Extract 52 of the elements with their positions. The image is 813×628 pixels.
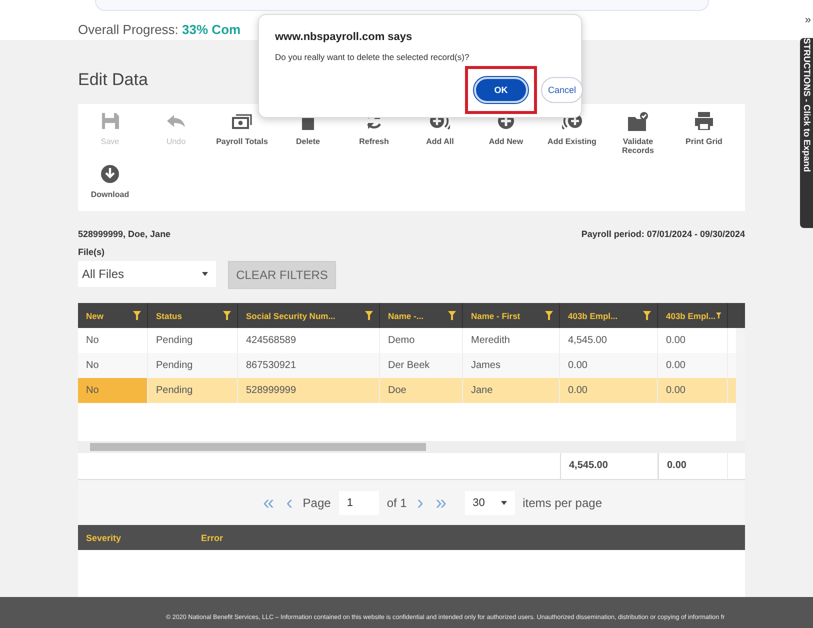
progress-value: 33% Com	[182, 22, 241, 37]
toolbar-button[interactable]: Download	[78, 163, 142, 207]
toolbar-button[interactable]: Payroll Totals	[210, 110, 274, 163]
download-icon	[101, 165, 119, 183]
instructions-tab[interactable]: STRUCTIONS - Click to Expand	[800, 38, 813, 228]
filter-icon[interactable]	[133, 311, 141, 320]
column-header[interactable]: Error	[201, 532, 224, 542]
employee-label: 528999999, Doe, Jane	[78, 229, 171, 239]
progress-label: Overall Progress:	[78, 22, 178, 37]
filter-icon[interactable]	[223, 311, 231, 320]
table-cell: Pending	[148, 378, 238, 403]
table-row[interactable]: No Pending 867530921 Der Beek James 0.00 0.00	[78, 353, 736, 378]
files-label: File(s)	[78, 247, 106, 257]
printer-icon	[695, 112, 713, 130]
page-label: Page	[302, 496, 331, 510]
folder-check-icon	[628, 112, 648, 130]
caret-icon	[202, 272, 208, 276]
filter-icon[interactable]	[643, 311, 651, 320]
table-cell: Doe	[380, 378, 463, 403]
page-size-dropdown[interactable]: 30	[464, 490, 515, 514]
table-cell: 0.00	[560, 378, 658, 403]
table-cell: No	[78, 378, 148, 403]
ok-button[interactable]: OK	[474, 77, 528, 103]
toolbar-button[interactable]: Validate Records	[606, 110, 670, 163]
filter-icon[interactable]	[365, 311, 373, 320]
page-title: Edit Data	[78, 69, 148, 91]
total-cell: 4,545.00	[560, 453, 658, 479]
save-icon	[102, 113, 118, 129]
filter-icon[interactable]	[448, 311, 456, 320]
clear-filters-button[interactable]: CLEAR FILTERS	[228, 261, 336, 289]
dialog-title: www.nbspayroll.com says	[275, 31, 414, 43]
table-cell: 0.00	[658, 378, 728, 403]
column-header[interactable]: Severity	[86, 532, 201, 542]
payroll-period: Payroll period: 07/01/2024 - 09/30/2024	[581, 229, 745, 239]
table-cell: Jane	[463, 378, 560, 403]
undo-icon	[167, 115, 185, 127]
toolbar-button[interactable]: Print Grid	[672, 110, 736, 163]
collapse-button[interactable]: »	[804, 14, 811, 26]
page-count: of 1	[386, 496, 407, 510]
banknote-icon	[232, 114, 252, 128]
page-input[interactable]: 1	[338, 490, 379, 514]
filter-icon[interactable]	[545, 311, 553, 320]
vertical-scrollbar[interactable]	[736, 328, 745, 441]
items-per-page-label: items per page	[522, 496, 602, 510]
filter-icon[interactable]	[716, 311, 721, 320]
cancel-button[interactable]: Cancel	[541, 77, 584, 103]
dialog-message: Do you really want to delete the selected record(s)?	[275, 52, 470, 62]
table-cell: 528999999	[238, 378, 380, 403]
files-dropdown[interactable]: All Files	[78, 261, 216, 287]
total-cell: 0.00	[658, 453, 728, 479]
caret-icon	[500, 500, 507, 504]
table-row[interactable]: No Pending 528999999 Doe Jane 0.00 0.00	[78, 378, 736, 403]
